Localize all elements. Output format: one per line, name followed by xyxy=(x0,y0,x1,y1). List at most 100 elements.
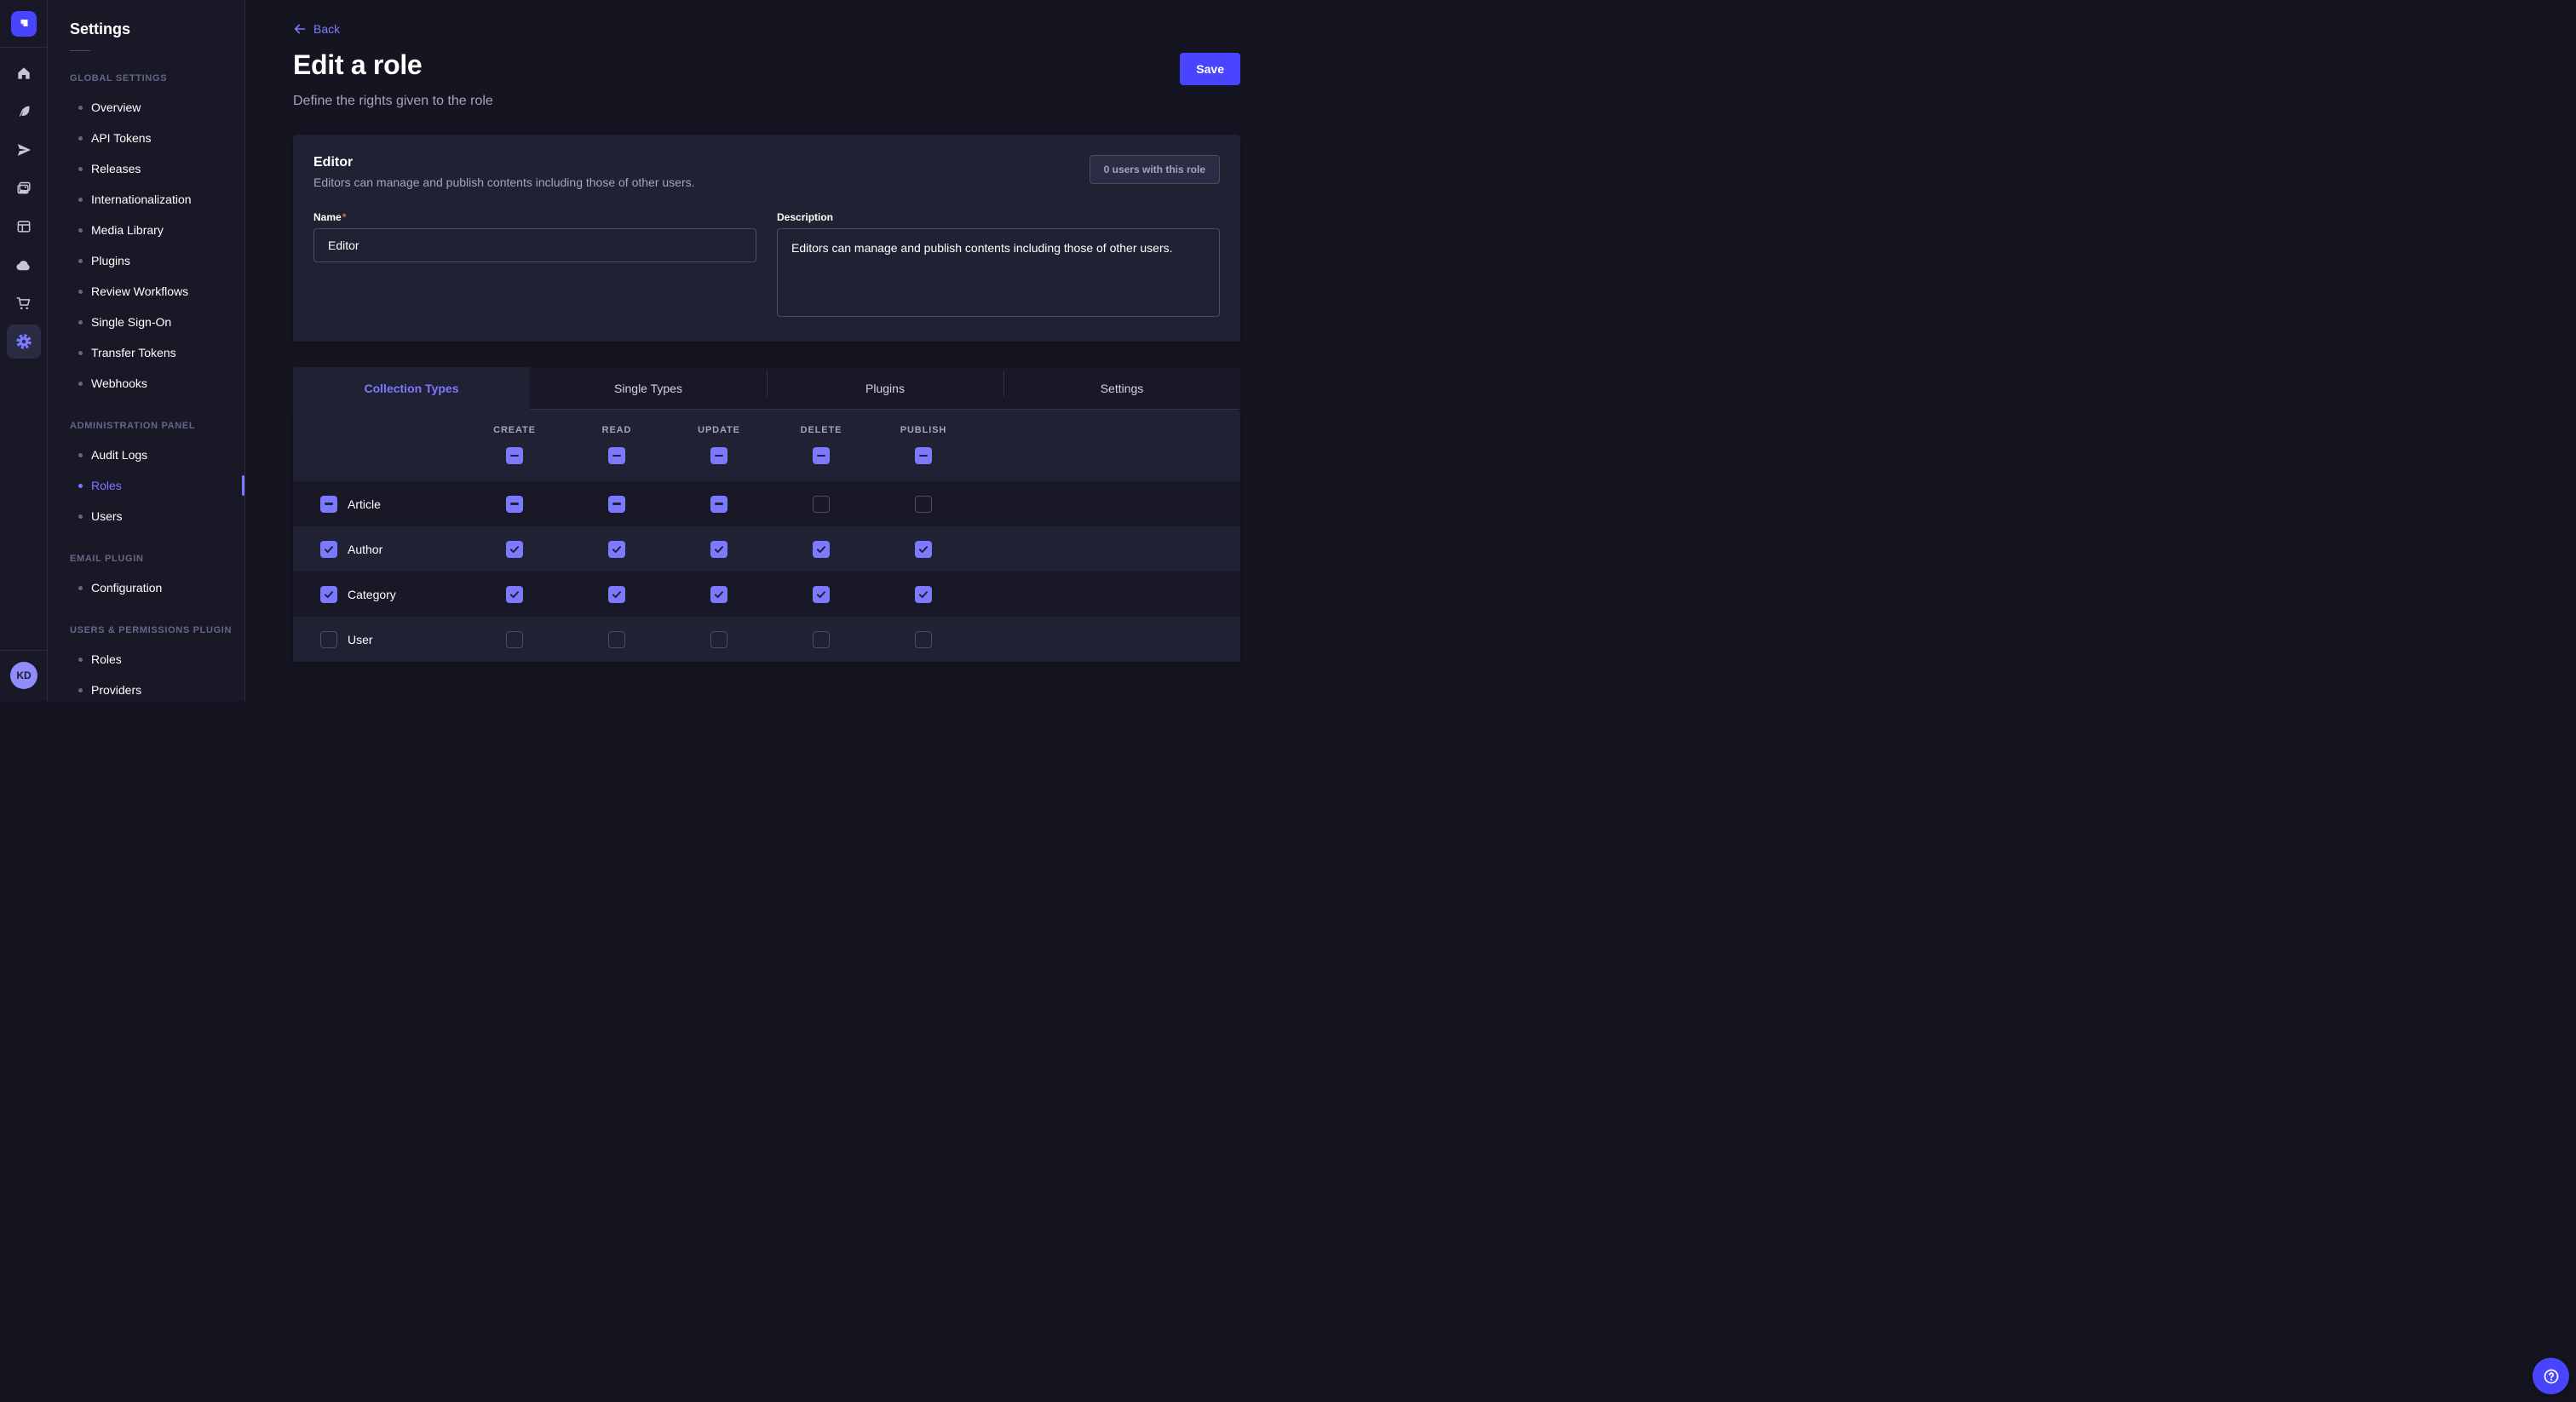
perm-checkbox-article-update[interactable] xyxy=(710,496,727,513)
perm-checkbox-category-delete[interactable] xyxy=(813,586,830,603)
subnav-item-review-workflows[interactable]: Review Workflows xyxy=(48,276,244,307)
row-checkbox-article[interactable] xyxy=(320,496,337,513)
subnav-item-providers[interactable]: Providers xyxy=(48,675,244,701)
subnav-item-label: Transfer Tokens xyxy=(91,346,176,359)
check-icon xyxy=(509,543,520,555)
master-checkbox-create[interactable] xyxy=(506,447,523,464)
rail-item-home[interactable] xyxy=(7,56,41,90)
perm-checkbox-user-delete[interactable] xyxy=(813,631,830,648)
perm-checkbox-category-create[interactable] xyxy=(506,586,523,603)
perm-checkbox-article-delete[interactable] xyxy=(813,496,830,513)
perm-checkbox-article-read[interactable] xyxy=(608,496,625,513)
rail-item-gear[interactable] xyxy=(7,325,41,359)
perm-cell-author-publish xyxy=(872,541,975,558)
name-input[interactable] xyxy=(313,228,756,262)
subnav-item-webhooks[interactable]: Webhooks xyxy=(48,368,244,399)
strapi-logo[interactable] xyxy=(11,11,37,37)
bullet-icon xyxy=(78,167,83,171)
row-name-cell: Article xyxy=(293,496,463,513)
row-checkbox-author[interactable] xyxy=(320,541,337,558)
help-button[interactable] xyxy=(2533,1358,2569,1394)
perm-checkbox-author-update[interactable] xyxy=(710,541,727,558)
subnav-item-single-sign-on[interactable]: Single Sign-On xyxy=(48,307,244,337)
row-checkbox-category[interactable] xyxy=(320,586,337,603)
back-link[interactable]: Back xyxy=(293,22,340,36)
role-name-heading: Editor xyxy=(313,155,695,170)
page-subtitle: Define the rights given to the role xyxy=(293,94,1240,109)
subnav-item-releases[interactable]: Releases xyxy=(48,153,244,184)
home-icon xyxy=(15,65,32,82)
rail-item-feather[interactable] xyxy=(7,95,41,129)
master-checkbox-read[interactable] xyxy=(608,447,625,464)
master-checkbox-publish[interactable] xyxy=(915,447,932,464)
subnav-item-configuration[interactable]: Configuration xyxy=(48,572,244,603)
rail-item-media[interactable] xyxy=(7,171,41,205)
subnav-item-api-tokens[interactable]: API Tokens xyxy=(48,123,244,153)
permissions-tabs: Collection Types Single Types Plugins Setti… xyxy=(293,367,1240,410)
perm-checkbox-article-create[interactable] xyxy=(506,496,523,513)
tab-collection-types[interactable]: Collection Types xyxy=(293,367,530,410)
perm-checkbox-author-read[interactable] xyxy=(608,541,625,558)
master-cb-cell-publish xyxy=(872,447,975,464)
subnav-item-internationalization[interactable]: Internationalization xyxy=(48,184,244,215)
perm-checkbox-author-create[interactable] xyxy=(506,541,523,558)
perm-checkbox-author-publish[interactable] xyxy=(915,541,932,558)
save-button[interactable]: Save xyxy=(1180,53,1240,85)
tab-label: Plugins xyxy=(865,382,905,395)
subnav-sections: GLOBAL SETTINGSOverviewAPI TokensRelease… xyxy=(48,73,244,701)
perm-cell-category-update xyxy=(668,586,770,603)
bullet-icon xyxy=(78,484,83,488)
subnav-item-plugins[interactable]: Plugins xyxy=(48,245,244,276)
perm-cell-user-publish xyxy=(872,631,975,648)
tab-settings[interactable]: Settings xyxy=(1003,367,1240,410)
rail-item-send[interactable] xyxy=(7,133,41,167)
perm-checkbox-category-update[interactable] xyxy=(710,586,727,603)
perm-checkbox-author-delete[interactable] xyxy=(813,541,830,558)
subnav-item-label: Releases xyxy=(91,162,141,175)
rail-item-cart[interactable] xyxy=(7,286,41,320)
subnav-item-overview[interactable]: Overview xyxy=(48,92,244,123)
perm-cell-user-read xyxy=(566,631,668,648)
subnav-item-label: Roles xyxy=(91,479,122,492)
subnav-item-users[interactable]: Users xyxy=(48,501,244,531)
subnav-item-label: Providers xyxy=(91,683,141,697)
send-icon xyxy=(15,141,32,158)
role-details-card: Editor Editors can manage and publish co… xyxy=(293,135,1240,342)
subnav-item-media-library[interactable]: Media Library xyxy=(48,215,244,245)
avatar[interactable]: KD xyxy=(10,662,37,689)
row-label: Category xyxy=(348,588,396,601)
subnav-item-label: Media Library xyxy=(91,223,164,237)
subnav-item-roles[interactable]: Roles xyxy=(48,470,244,501)
description-textarea[interactable]: Editors can manage and publish contents … xyxy=(777,228,1220,317)
subnav-item-audit-logs[interactable]: Audit Logs xyxy=(48,440,244,470)
perm-checkbox-article-publish[interactable] xyxy=(915,496,932,513)
perm-checkbox-user-publish[interactable] xyxy=(915,631,932,648)
rail-bottom: KD xyxy=(0,650,48,701)
tab-label: Settings xyxy=(1101,382,1144,395)
subnav-item-roles[interactable]: Roles xyxy=(48,644,244,675)
perm-checkbox-user-create[interactable] xyxy=(506,631,523,648)
perm-checkbox-category-read[interactable] xyxy=(608,586,625,603)
permissions-table: CREATEREADUPDATEDELETEPUBLISH ArticleAut… xyxy=(293,410,1240,662)
permissions-rows: ArticleAuthorCategoryUser xyxy=(293,481,1240,662)
rail-icon-list xyxy=(7,56,41,359)
perm-checkbox-category-publish[interactable] xyxy=(915,586,932,603)
back-label: Back xyxy=(313,22,340,36)
perm-cell-author-delete xyxy=(770,541,872,558)
bullet-icon xyxy=(78,658,83,662)
subnav-item-transfer-tokens[interactable]: Transfer Tokens xyxy=(48,337,244,368)
tab-label: Collection Types xyxy=(365,382,459,395)
rail-item-cloud[interactable] xyxy=(7,248,41,282)
subnav-item-label: Overview xyxy=(91,101,141,114)
tab-plugins[interactable]: Plugins xyxy=(767,367,1003,410)
master-checkbox-update[interactable] xyxy=(710,447,727,464)
column-label-publish: PUBLISH xyxy=(872,425,975,435)
rail-item-layout[interactable] xyxy=(7,210,41,244)
tab-single-types[interactable]: Single Types xyxy=(530,367,767,410)
master-cb-cell-update xyxy=(668,447,770,464)
perm-checkbox-user-read[interactable] xyxy=(608,631,625,648)
perm-checkbox-user-update[interactable] xyxy=(710,631,727,648)
check-icon xyxy=(917,589,929,600)
row-checkbox-user[interactable] xyxy=(320,631,337,648)
master-checkbox-delete[interactable] xyxy=(813,447,830,464)
